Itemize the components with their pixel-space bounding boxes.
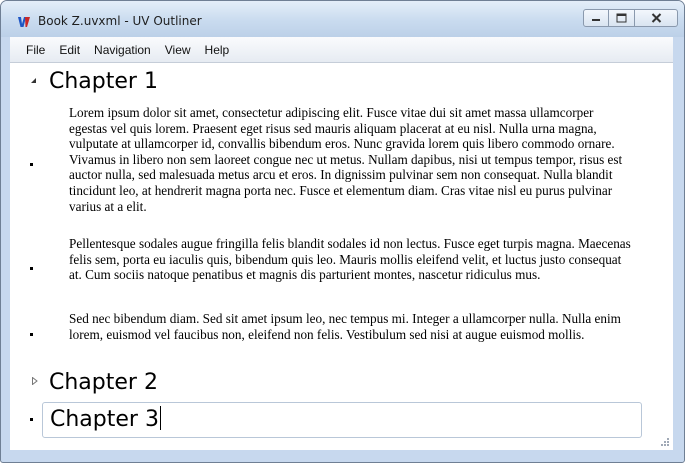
close-button[interactable] [635, 9, 678, 27]
bullet-icon [30, 418, 33, 421]
window-title: Book Z.uvxml - UV Outliner [38, 14, 202, 28]
app-window: Book Z.uvxml - UV Outliner File Edit Nav… [0, 0, 685, 463]
menu-bar: File Edit Navigation View Help [10, 37, 673, 63]
close-icon [651, 13, 661, 23]
chapter-1-paragraph-1[interactable]: Lorem ipsum dolor sit amet, consectetur … [69, 105, 634, 214]
chapter-3-edit-box[interactable]: Chapter 3 [42, 402, 642, 438]
minimize-button[interactable] [583, 9, 609, 27]
chapter-3-text[interactable]: Chapter 3 [50, 407, 159, 432]
window-controls [583, 9, 678, 27]
expand-triangle-icon[interactable] [31, 377, 39, 385]
bullet-icon [30, 333, 33, 336]
minimize-icon [592, 19, 600, 21]
menu-navigation[interactable]: Navigation [87, 39, 158, 61]
menu-help[interactable]: Help [198, 39, 237, 61]
bullet-icon [30, 267, 33, 270]
menu-view[interactable]: View [158, 39, 198, 61]
chapter-1-paragraph-2[interactable]: Pellentesque sodales augue fringilla fel… [69, 236, 634, 283]
chapter-1-heading[interactable]: Chapter 1 [49, 69, 158, 95]
chapter-3-heading[interactable]: Chapter 3 [50, 406, 161, 433]
title-bar[interactable]: Book Z.uvxml - UV Outliner [1, 1, 684, 37]
app-icon[interactable] [17, 15, 31, 29]
bullet-icon [30, 163, 33, 166]
resize-grip-icon[interactable] [658, 435, 670, 447]
maximize-button[interactable] [609, 9, 635, 27]
menu-file[interactable]: File [10, 39, 52, 61]
collapse-triangle-icon[interactable] [30, 77, 38, 85]
text-caret [159, 406, 161, 430]
chapter-2-heading[interactable]: Chapter 2 [49, 370, 158, 396]
menu-edit[interactable]: Edit [52, 39, 87, 61]
outline-document[interactable]: Chapter 1 Lorem ipsum dolor sit amet, co… [10, 63, 673, 450]
chapter-1-paragraph-3[interactable]: Sed nec bibendum diam. Sed sit amet ipsu… [69, 311, 634, 342]
maximize-icon [616, 13, 627, 23]
